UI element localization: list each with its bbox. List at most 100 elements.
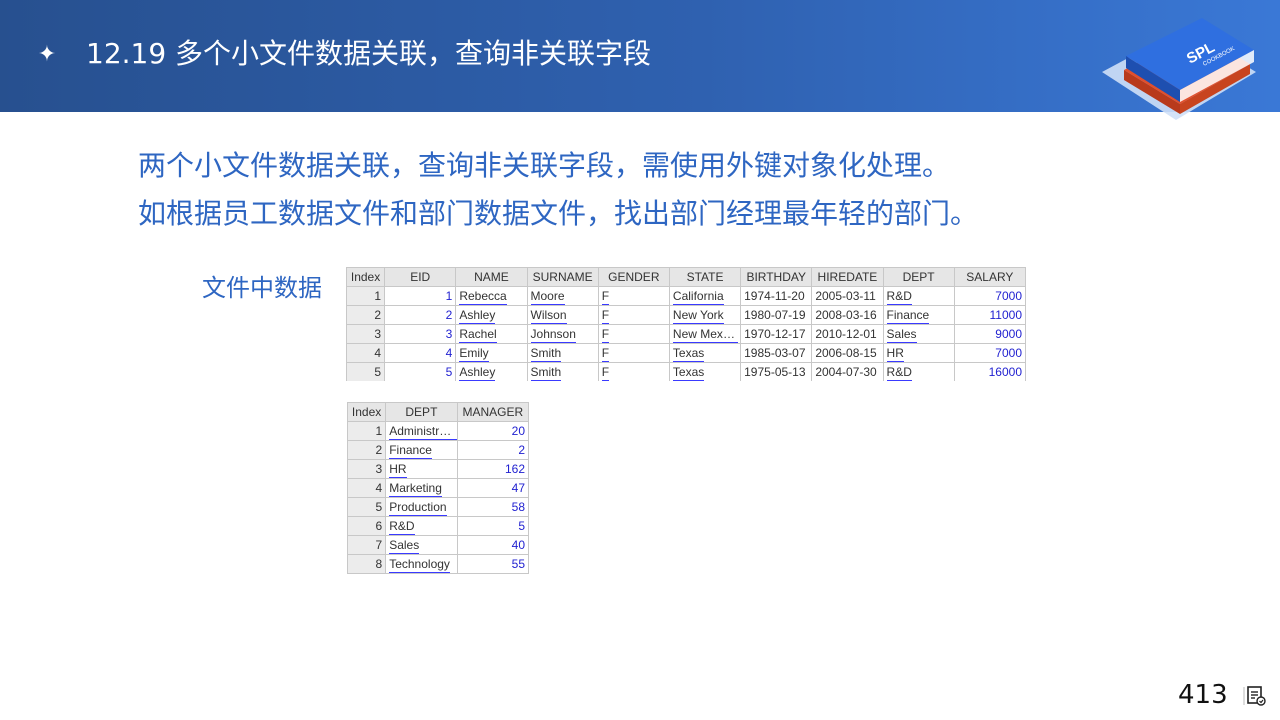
cell-dept-link[interactable]: R&D [886, 365, 912, 381]
column-header-index[interactable]: Index [346, 402, 387, 422]
cell-gender-link[interactable]: F [601, 365, 610, 381]
cell-hiredate[interactable]: 2006-08-15 [811, 343, 884, 363]
cell-manager[interactable]: 40 [456, 535, 530, 555]
cell-surname[interactable]: Moore [526, 286, 599, 306]
cell-dept[interactable]: HR [385, 459, 458, 479]
cell-salary[interactable]: 11000 [953, 305, 1026, 325]
cell-state[interactable]: Texas [668, 362, 742, 381]
cell-dept-link[interactable]: Production [389, 500, 447, 516]
cell-dept[interactable]: R&D [385, 516, 458, 536]
cell-dept[interactable]: Administrat... [385, 421, 458, 441]
cell-surname-link[interactable]: Smith [530, 346, 562, 362]
cell-name-link[interactable]: Rebecca [459, 289, 507, 305]
table-row[interactable]: 1 1 Rebecca Moore F California 1974-11-2… [346, 286, 1026, 306]
cell-dept-link[interactable]: Sales [886, 327, 917, 343]
table-row[interactable]: 4 Marketing 47 [346, 478, 530, 498]
cell-name[interactable]: Ashley [455, 305, 528, 325]
cell-state-link[interactable]: New Mexico [672, 327, 739, 343]
cell-dept-link[interactable]: Administrat... [389, 424, 457, 440]
cell-gender[interactable]: F [597, 362, 670, 381]
cell-salary[interactable]: 7000 [953, 286, 1026, 306]
cell-state[interactable]: New Mexico [668, 324, 742, 344]
column-header-hiredate[interactable]: HIREDATE [811, 267, 884, 287]
cell-manager[interactable]: 162 [456, 459, 530, 479]
column-header-surname[interactable]: SURNAME [526, 267, 599, 287]
cell-dept[interactable]: Finance [385, 440, 458, 460]
cell-name-link[interactable]: Emily [459, 346, 489, 362]
column-header-salary[interactable]: SALARY [953, 267, 1026, 287]
table-row[interactable]: 2 Finance 2 [346, 440, 530, 460]
cell-gender[interactable]: F [597, 305, 670, 325]
cell-name[interactable]: Rebecca [455, 286, 528, 306]
cell-dept[interactable]: Technology [385, 554, 458, 574]
cell-surname-link[interactable]: Wilson [530, 308, 567, 324]
cell-dept[interactable]: R&D [882, 362, 955, 381]
cell-state-link[interactable]: Texas [672, 346, 705, 362]
column-header-state[interactable]: STATE [668, 267, 742, 287]
table-row[interactable]: 5 Production 58 [346, 497, 530, 517]
cell-name[interactable]: Ashley [455, 362, 528, 381]
table-row[interactable]: 7 Sales 40 [346, 535, 530, 555]
cell-eid[interactable]: 1 [384, 286, 457, 306]
cell-dept[interactable]: R&D [882, 286, 955, 306]
cell-birthday[interactable]: 1974-11-20 [740, 286, 813, 306]
cell-eid[interactable]: 2 [384, 305, 457, 325]
cell-gender-link[interactable]: F [601, 327, 610, 343]
cell-dept-link[interactable]: Sales [389, 538, 420, 554]
table-row[interactable]: 6 R&D 5 [346, 516, 530, 536]
cell-manager[interactable]: 20 [456, 421, 530, 441]
cell-dept-link[interactable]: R&D [389, 519, 415, 535]
cell-gender-link[interactable]: F [601, 289, 610, 305]
cell-birthday[interactable]: 1970-12-17 [740, 324, 813, 344]
cell-surname[interactable]: Johnson [526, 324, 599, 344]
cell-surname-link[interactable]: Smith [530, 365, 562, 381]
cell-birthday[interactable]: 1980-07-19 [740, 305, 813, 325]
cell-gender-link[interactable]: F [601, 346, 610, 362]
cell-hiredate[interactable]: 2004-07-30 [811, 362, 884, 381]
table-row[interactable]: 4 4 Emily Smith F Texas 1985-03-07 2006-… [346, 343, 1026, 363]
cell-dept-link[interactable]: Finance [389, 443, 432, 459]
cell-name[interactable]: Emily [455, 343, 528, 363]
table-row[interactable]: 2 2 Ashley Wilson F New York 1980-07-19 … [346, 305, 1026, 325]
column-header-birthday[interactable]: BIRTHDAY [740, 267, 813, 287]
cell-dept[interactable]: Sales [385, 535, 458, 555]
cell-name[interactable]: Rachel [455, 324, 528, 344]
cell-surname[interactable]: Smith [526, 343, 599, 363]
cell-surname[interactable]: Smith [526, 362, 599, 381]
cell-dept[interactable]: Sales [882, 324, 955, 344]
cell-salary[interactable]: 16000 [953, 362, 1026, 381]
cell-salary[interactable]: 9000 [953, 324, 1026, 344]
cell-dept-link[interactable]: Technology [389, 557, 450, 573]
cell-dept[interactable]: Finance [882, 305, 955, 325]
notes-icon[interactable] [1243, 684, 1267, 708]
column-header-gender[interactable]: GENDER [597, 267, 670, 287]
cell-gender[interactable]: F [597, 324, 670, 344]
cell-surname-link[interactable]: Johnson [530, 327, 576, 343]
column-header-name[interactable]: NAME [455, 267, 528, 287]
cell-state-link[interactable]: New York [672, 308, 724, 324]
cell-hiredate[interactable]: 2010-12-01 [811, 324, 884, 344]
column-header-index[interactable]: Index [346, 267, 386, 287]
cell-manager[interactable]: 47 [456, 478, 530, 498]
cell-gender-link[interactable]: F [601, 308, 610, 324]
cell-state-link[interactable]: Texas [672, 365, 705, 381]
cell-name-link[interactable]: Ashley [459, 365, 496, 381]
cell-gender[interactable]: F [597, 343, 670, 363]
table-row[interactable]: 8 Technology 55 [346, 554, 530, 574]
cell-name-link[interactable]: Ashley [459, 308, 496, 324]
column-header-manager[interactable]: MANAGER [456, 402, 530, 422]
cell-surname-link[interactable]: Moore [530, 289, 565, 305]
cell-dept[interactable]: Production [385, 497, 458, 517]
cell-manager[interactable]: 55 [456, 554, 530, 574]
cell-state-link[interactable]: California [672, 289, 724, 305]
cell-eid[interactable]: 3 [384, 324, 457, 344]
cell-dept-link[interactable]: HR [886, 346, 904, 362]
cell-dept-link[interactable]: Finance [886, 308, 930, 324]
cell-manager[interactable]: 2 [456, 440, 530, 460]
table-row[interactable]: 1 Administrat... 20 [346, 421, 530, 441]
cell-name-link[interactable]: Rachel [459, 327, 497, 343]
cell-dept-link[interactable]: Marketing [389, 481, 442, 497]
cell-salary[interactable]: 7000 [953, 343, 1026, 363]
table-row[interactable]: 3 3 Rachel Johnson F New Mexico 1970-12-… [346, 324, 1026, 344]
cell-state[interactable]: New York [668, 305, 742, 325]
